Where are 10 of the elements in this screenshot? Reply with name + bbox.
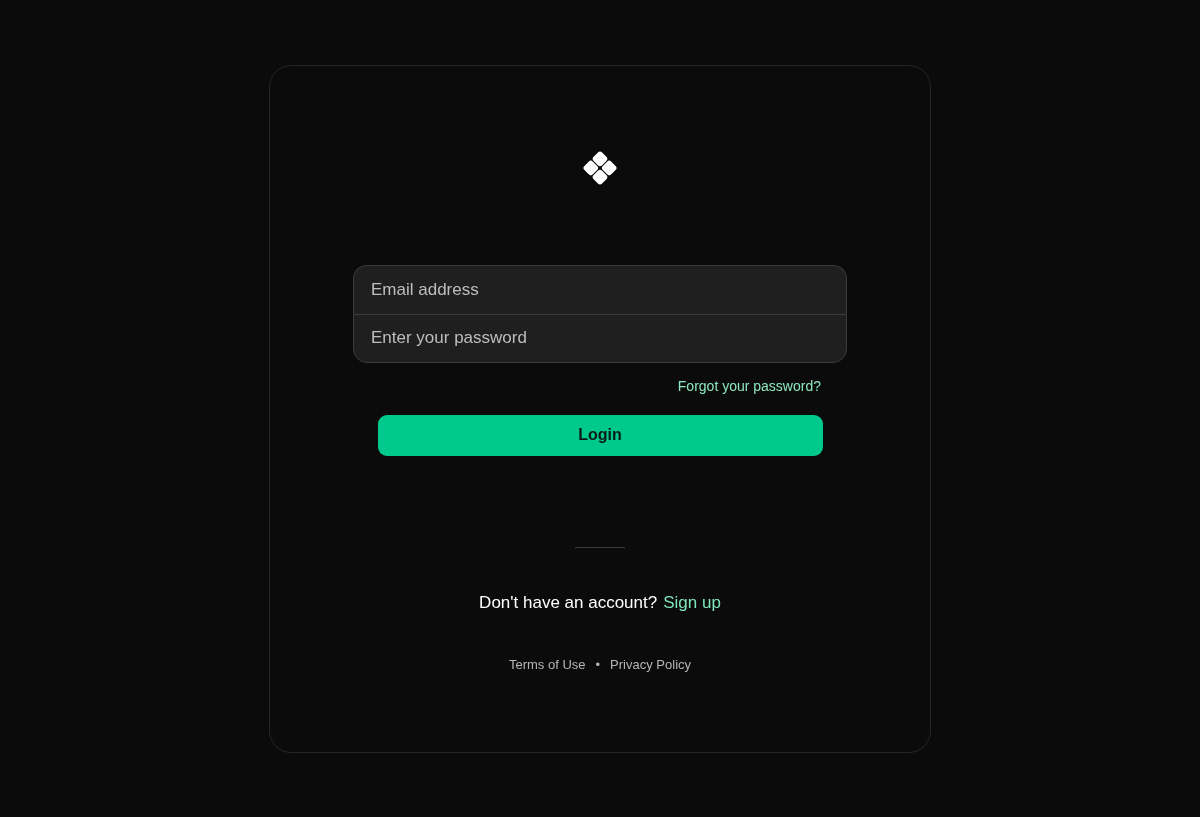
footer-link[interactable]: Privacy Policy: [610, 655, 692, 675]
logo-icon: [583, 150, 617, 185]
input-field[interactable]: Email address: [353, 264, 847, 314]
signup-prompt: Don't have an account?: [479, 591, 658, 614]
forgot-password-link[interactable]: Forgot your password?: [677, 375, 821, 397]
login-button[interactable]: Login: [377, 414, 823, 456]
signup-link[interactable]: Sign up: [663, 589, 721, 615]
footer-link[interactable]: Terms of Use: [508, 655, 586, 675]
input-field[interactable]: Enter your password: [353, 313, 847, 363]
separator-dot: •: [595, 656, 601, 674]
